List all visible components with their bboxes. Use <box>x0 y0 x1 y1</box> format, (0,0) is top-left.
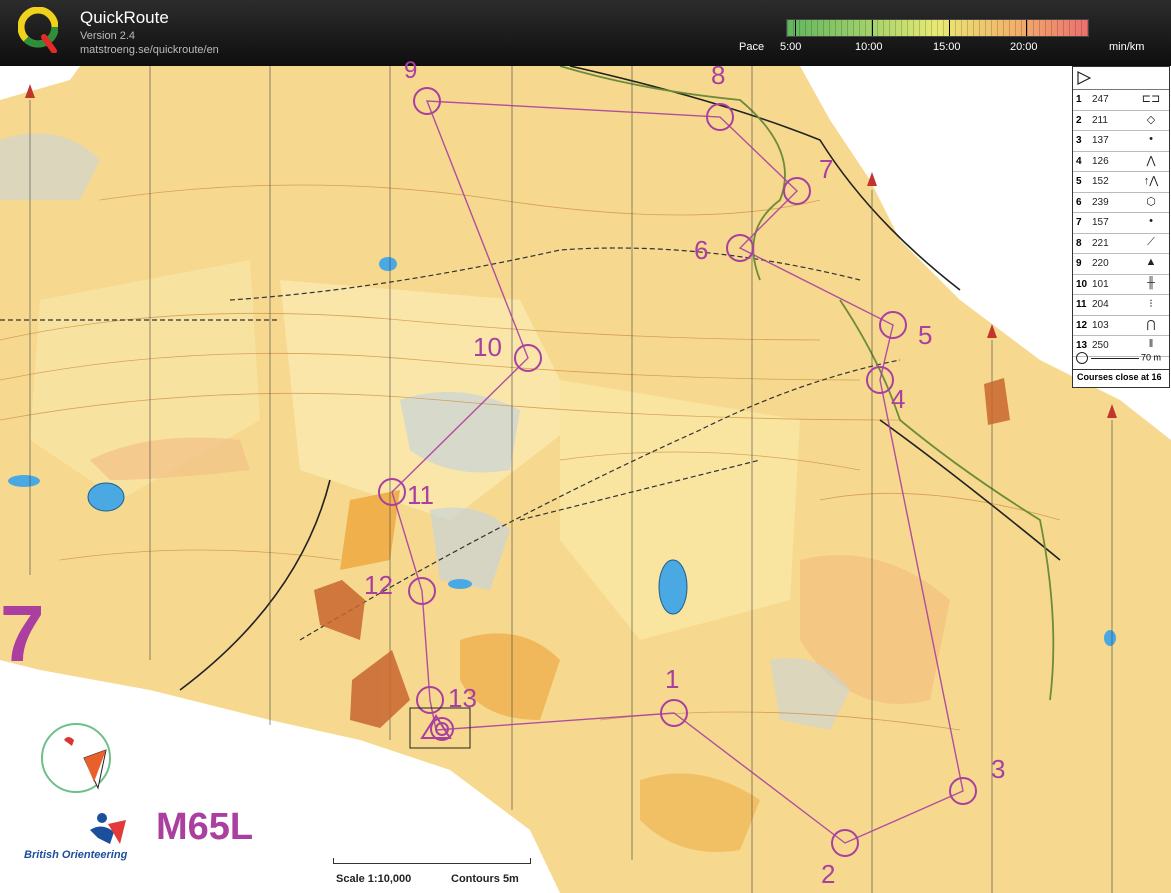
control-feature-symbol-icon: • <box>1149 215 1153 227</box>
control-number: 13 <box>1076 340 1088 351</box>
control-feature-symbol-icon: ╫ <box>1147 276 1155 289</box>
control-label: 1 <box>665 664 680 694</box>
pace-tick-label: 10:00 <box>855 41 883 53</box>
pace-tick-mark <box>1026 20 1027 36</box>
control-label: 4 <box>891 384 906 414</box>
control-code: 204 <box>1092 299 1109 310</box>
pace-tick-mark <box>795 20 796 36</box>
control-label: 8 <box>711 60 726 90</box>
control-label: 2 <box>821 859 836 889</box>
control-label: 9 <box>404 57 418 84</box>
control-descriptions-panel: 1 247 ⊏⊐ 2 211 ◇ 3 137 • 4 126 ⋀ 5 152 ↑⋀ 6 239 ⬡ 7 157 • 8 22… <box>1072 66 1170 388</box>
control-code: 101 <box>1092 278 1109 290</box>
pace-tick-label: 5:00 <box>780 41 802 53</box>
control-label: 12 <box>364 570 393 600</box>
control-number: 7 <box>1076 217 1082 228</box>
app-title: QuickRoute <box>80 8 169 27</box>
pace-tick-mark <box>949 20 950 36</box>
map-scale-bar <box>333 858 531 864</box>
legend-scale: 70 m <box>1076 352 1168 364</box>
course-name: M65L <box>156 806 254 848</box>
organisation-name: British Orienteering <box>24 849 128 861</box>
control-descriptions-header <box>1073 67 1169 90</box>
control-code: 157 <box>1092 217 1109 228</box>
quickroute-logo-icon <box>18 7 58 53</box>
control-feature-symbol-icon: ⋀ <box>1146 154 1156 167</box>
control-number: 8 <box>1076 237 1082 249</box>
control-feature-symbol-icon: ⊏⊐ <box>1141 93 1161 105</box>
control-code: 220 <box>1092 258 1109 269</box>
control-number: 5 <box>1076 176 1082 187</box>
control-code: 103 <box>1092 319 1109 331</box>
control-number: 1 <box>1076 94 1082 105</box>
pace-unit-label: min/km <box>1109 41 1145 53</box>
control-code: 152 <box>1092 176 1109 187</box>
control-code: 137 <box>1092 135 1109 146</box>
control-label: 7 <box>819 154 834 184</box>
control-number: 11 <box>1076 299 1087 310</box>
control-description-row: 11 204 ⁝ <box>1073 295 1169 316</box>
control-code: 126 <box>1092 155 1109 167</box>
control-description-row: 6 239 ⬡ <box>1073 193 1169 213</box>
courses-close-text: Courses close at 16 <box>1073 369 1169 382</box>
control-description-row: 10 101 ╫ <box>1073 275 1169 295</box>
control-description-row: 9 220 ▲ <box>1073 254 1169 275</box>
app-header: QuickRoute Version 2.4 matstroeng.se/qui… <box>0 0 1171 66</box>
control-feature-symbol-icon: ⋂ <box>1146 318 1156 331</box>
pace-color-scale <box>786 19 1089 37</box>
control-number: 9 <box>1076 258 1082 269</box>
map-scale-text: Scale 1:10,000 <box>336 873 412 885</box>
control-feature-symbol-icon: ◇ <box>1146 113 1156 126</box>
control-feature-symbol-icon: ▲ <box>1145 256 1157 268</box>
club-logo-icon <box>41 723 111 793</box>
control-number: 3 <box>1076 135 1082 146</box>
control-feature-symbol-icon: ⬡ <box>1146 195 1156 208</box>
control-label: 10 <box>473 332 502 362</box>
legend-scale-label: 70 m <box>1141 352 1162 363</box>
pace-tick-label: 20:00 <box>1010 41 1038 53</box>
control-description-row: 1 247 ⊏⊐ <box>1073 90 1169 111</box>
pace-tick-mark <box>872 20 873 36</box>
control-feature-symbol-icon: ⁝ <box>1149 298 1153 310</box>
control-code: 239 <box>1092 196 1109 208</box>
start-triangle-icon <box>1077 71 1091 85</box>
map-sheet-number: 7 <box>0 589 45 678</box>
control-description-row: 2 211 ◇ <box>1073 111 1169 131</box>
control-label: 13 <box>448 683 477 713</box>
control-number: 12 <box>1076 319 1088 331</box>
british-orienteering-logo-icon <box>90 813 126 844</box>
app-version: Version 2.4 <box>80 30 136 42</box>
control-number: 6 <box>1076 196 1082 208</box>
control-number: 2 <box>1076 114 1082 126</box>
control-code: 247 <box>1092 94 1109 105</box>
control-description-row: 5 152 ↑⋀ <box>1073 172 1169 193</box>
contours-text: Contours 5m <box>451 873 519 885</box>
control-label: 11 <box>407 480 434 510</box>
control-label: 3 <box>991 754 1006 784</box>
control-feature-symbol-icon: • <box>1149 133 1153 145</box>
control-label: 6 <box>694 235 709 265</box>
control-feature-symbol-icon: ‖ <box>1148 338 1154 350</box>
control-code: 211 <box>1092 114 1108 126</box>
control-description-row: 4 126 ⋀ <box>1073 152 1169 172</box>
control-description-row: 12 103 ⋂ <box>1073 316 1169 336</box>
pace-label: Pace <box>739 41 765 53</box>
control-descriptions-list: 1 247 ⊏⊐ 2 211 ◇ 3 137 • 4 126 ⋀ 5 152 ↑⋀ 6 239 ⬡ 7 157 • 8 22… <box>1073 90 1169 357</box>
pace-tick-label: 15:00 <box>933 41 961 53</box>
control-code: 221 <box>1092 237 1109 249</box>
control-description-row: 7 157 • <box>1073 213 1169 234</box>
control-description-row: 3 137 • <box>1073 131 1169 152</box>
control-code: 250 <box>1092 340 1109 351</box>
control-description-row: 8 221 ⟋ <box>1073 234 1169 254</box>
control-number: 4 <box>1076 155 1082 167</box>
control-feature-symbol-icon: ↑⋀ <box>1143 175 1159 187</box>
app-url: matstroeng.se/quickroute/en <box>80 44 219 56</box>
control-number: 10 <box>1076 278 1088 290</box>
control-label: 5 <box>918 320 933 350</box>
control-feature-symbol-icon: ⟋ <box>1147 235 1155 248</box>
